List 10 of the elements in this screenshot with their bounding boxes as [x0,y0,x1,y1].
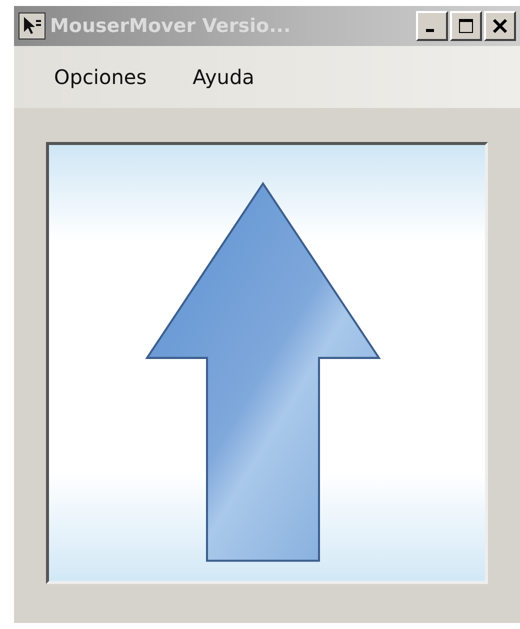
maximize-icon [458,18,474,34]
menu-item[interactable]: Ayuda [192,65,254,89]
minimize-icon [426,29,434,32]
maximize-button[interactable] [450,11,482,41]
close-icon [492,18,508,34]
close-button[interactable] [484,11,516,41]
up-arrow-icon[interactable] [145,182,381,562]
cursor-icon [18,12,46,40]
minimize-button[interactable] [416,11,448,41]
menu-item[interactable]: Opciones [54,65,147,89]
